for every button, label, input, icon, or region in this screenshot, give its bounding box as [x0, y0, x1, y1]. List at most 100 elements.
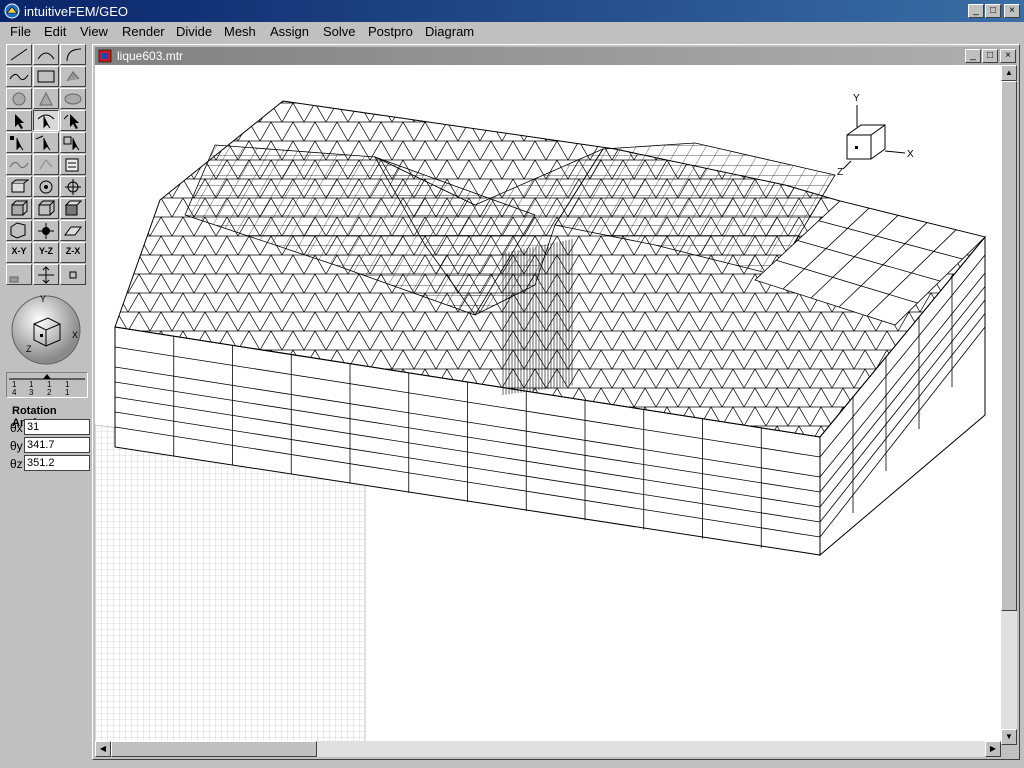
- center-icon: [38, 266, 54, 284]
- arc-icon: [37, 52, 55, 60]
- arc-tool[interactable]: [33, 44, 59, 65]
- list-tool[interactable]: [60, 154, 86, 175]
- triad-axis-z: Z: [837, 167, 843, 178]
- cone-icon: [39, 91, 53, 106]
- spline-icon: [9, 73, 29, 81]
- grid-toggle-tool[interactable]: [6, 264, 32, 285]
- menu-divide[interactable]: Divide: [176, 24, 212, 39]
- menu-bar: File Edit View Render Divide Mesh Assign…: [0, 22, 1024, 42]
- center-tool[interactable]: [33, 264, 59, 285]
- transform-tool[interactable]: [33, 154, 59, 175]
- circle-tool[interactable]: [6, 88, 32, 109]
- menu-assign[interactable]: Assign: [270, 24, 309, 39]
- model-viewport[interactable]: Y X Z: [95, 65, 1001, 745]
- document-icon: [98, 49, 112, 63]
- torus-icon: [64, 93, 82, 105]
- theta-x-symbol: θx: [10, 421, 23, 435]
- circle-icon: [12, 92, 26, 106]
- grid-toggle-icon: [9, 276, 19, 283]
- scroll-left-button[interactable]: ◀: [95, 741, 111, 757]
- view-xy-tool[interactable]: X-Y: [6, 242, 32, 263]
- menu-edit[interactable]: Edit: [44, 24, 66, 39]
- edge-select-tool[interactable]: [33, 132, 59, 153]
- rectangle-tool[interactable]: [33, 66, 59, 87]
- menu-view[interactable]: View: [80, 24, 108, 39]
- extrude-tool[interactable]: [6, 176, 32, 197]
- theta-x-row: θx: [8, 419, 92, 437]
- menu-mesh[interactable]: Mesh: [224, 24, 256, 39]
- view-yz-tool-label: Y-Z: [38, 246, 53, 256]
- sweep-tool[interactable]: [60, 66, 86, 87]
- vertex-select-tool[interactable]: [6, 132, 32, 153]
- plane-icon: [64, 226, 82, 236]
- box-solid-tool[interactable]: [6, 198, 32, 219]
- move-tool[interactable]: [60, 176, 86, 197]
- view-rotation-ball[interactable]: Y X Z: [6, 290, 86, 370]
- menu-render[interactable]: Render: [122, 24, 165, 39]
- close-button[interactable]: ×: [1004, 4, 1020, 18]
- menu-diagram[interactable]: Diagram: [425, 24, 474, 39]
- menu-postpro[interactable]: Postpro: [368, 24, 413, 39]
- view-yz-tool[interactable]: Y-Z: [33, 242, 59, 263]
- revolve-icon: [39, 180, 53, 194]
- vertical-scroll-thumb[interactable]: [1001, 81, 1017, 611]
- ball-axis-y: Y: [40, 294, 46, 304]
- fit-view-tool[interactable]: [6, 220, 32, 241]
- layer-label-2: 2: [47, 388, 52, 397]
- scroll-up-button[interactable]: ▲: [1001, 65, 1017, 81]
- horizontal-scrollbar[interactable]: ◀ ▶: [95, 741, 1001, 757]
- minimize-button[interactable]: _: [968, 4, 984, 18]
- spline-tool[interactable]: [6, 66, 32, 87]
- menu-file[interactable]: File: [10, 24, 31, 39]
- select-pick-icon: [63, 114, 79, 129]
- document-window: lique603.mtr _ □ × Y X Z ▲ ▼ ◀ ▶: [92, 44, 1020, 760]
- doc-minimize-button[interactable]: _: [965, 49, 981, 63]
- scroll-down-button[interactable]: ▼: [1001, 729, 1017, 745]
- doc-close-button[interactable]: ×: [1000, 49, 1016, 63]
- box-shade-tool[interactable]: [60, 198, 86, 219]
- extrude-icon: [11, 179, 30, 193]
- theta-x-input[interactable]: [24, 419, 90, 435]
- rectangle-icon: [37, 70, 55, 83]
- document-titlebar: lique603.mtr _ □ ×: [95, 47, 1017, 65]
- point-tool[interactable]: [60, 264, 86, 285]
- document-title: lique603.mtr: [117, 49, 184, 63]
- view-zx-tool[interactable]: Z-X: [60, 242, 86, 263]
- select-pick-tool[interactable]: [60, 110, 86, 131]
- ball-axis-z: Z: [26, 344, 32, 354]
- point-icon: [69, 271, 77, 279]
- scroll-right-button[interactable]: ▶: [985, 741, 1001, 757]
- move-icon: [65, 179, 81, 195]
- line-tool[interactable]: [6, 44, 32, 65]
- face-select-tool[interactable]: [60, 132, 86, 153]
- layer-label-1: 1: [65, 388, 70, 397]
- revolve-tool[interactable]: [33, 176, 59, 197]
- layer-selector[interactable]: 1 1 1 1 4 3 2 1: [6, 372, 88, 398]
- maximize-button[interactable]: □: [985, 4, 1001, 18]
- app-title: intuitiveFEM/GEO: [24, 4, 129, 19]
- vertical-scrollbar[interactable]: ▲ ▼: [1001, 65, 1017, 745]
- rotate-select-tool[interactable]: [33, 110, 59, 131]
- arc3-tool[interactable]: [60, 44, 86, 65]
- select-tool[interactable]: [6, 110, 32, 131]
- view-zx-tool-label: Z-X: [65, 246, 81, 256]
- horizontal-scroll-thumb[interactable]: [111, 741, 317, 757]
- torus-tool[interactable]: [60, 88, 86, 109]
- curve-edit-tool[interactable]: [6, 154, 32, 175]
- theta-z-row: θz: [8, 455, 92, 473]
- box-wire-tool[interactable]: [33, 198, 59, 219]
- select-icon: [15, 114, 24, 129]
- plane-tool[interactable]: [60, 220, 86, 241]
- cone-tool[interactable]: [33, 88, 59, 109]
- edge-select-icon: [35, 135, 51, 151]
- theta-y-input[interactable]: [24, 437, 90, 453]
- triad-axis-y: Y: [853, 93, 860, 104]
- sweep-icon: [66, 71, 80, 82]
- menu-solve[interactable]: Solve: [323, 24, 356, 39]
- pan-view-tool[interactable]: [33, 220, 59, 241]
- theta-z-input[interactable]: [24, 455, 90, 471]
- box-solid-icon: [11, 200, 29, 216]
- curve-edit-icon: [9, 161, 29, 169]
- ball-axis-x: X: [72, 330, 78, 340]
- doc-maximize-button[interactable]: □: [982, 49, 998, 63]
